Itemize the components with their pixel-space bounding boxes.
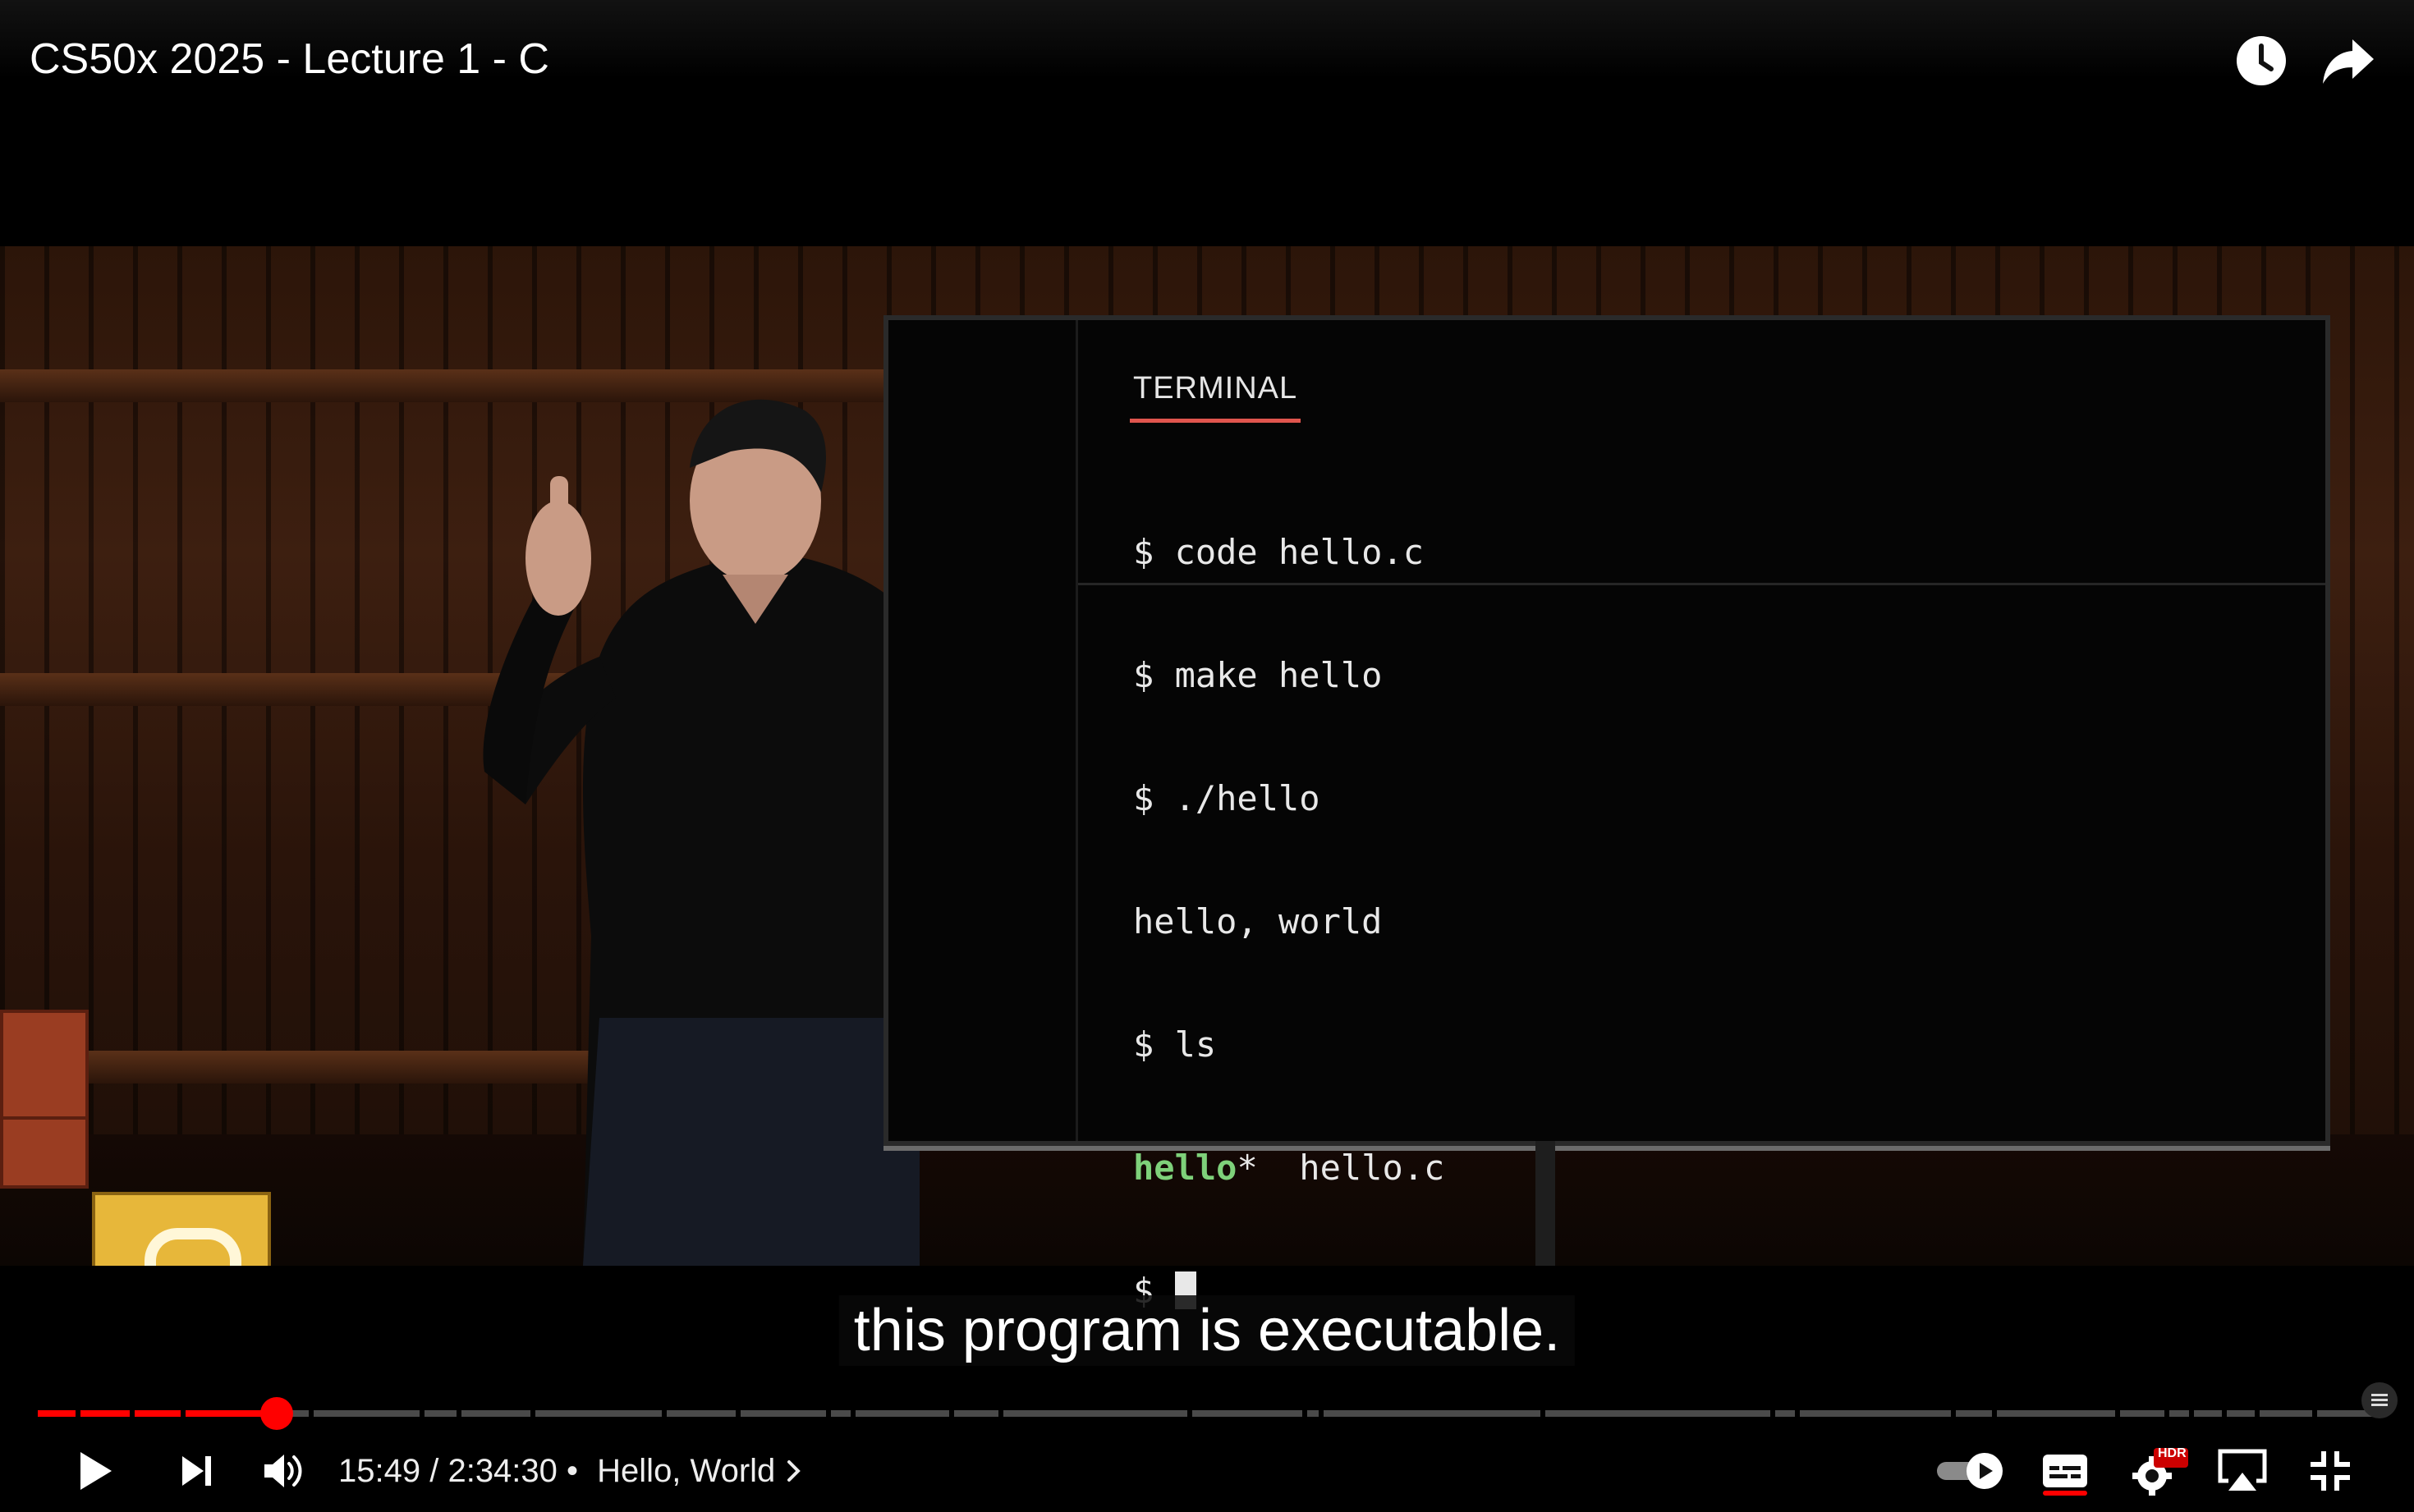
monitor	[883, 315, 2330, 1146]
chapter-segment[interactable]	[1800, 1410, 1951, 1417]
chapter-segment[interactable]	[667, 1410, 736, 1417]
chapter-segment[interactable]	[425, 1410, 457, 1417]
chapter-segment[interactable]	[535, 1410, 662, 1417]
ide-sidebar	[888, 320, 1078, 1141]
chapter-gap	[130, 1410, 135, 1417]
monitor-stand	[1535, 1141, 1555, 1266]
chapter-segment[interactable]	[1775, 1410, 1795, 1417]
volume-icon[interactable]	[261, 1436, 307, 1505]
exit-fullscreen-icon[interactable]	[2307, 1436, 2353, 1505]
chapter-segment[interactable]	[1997, 1410, 2115, 1417]
progress-played	[38, 1410, 277, 1417]
chevron-right-icon	[787, 1460, 801, 1482]
duration: 2:34:30	[447, 1452, 558, 1489]
chapter-bullet: •	[557, 1452, 588, 1489]
chapter-segment[interactable]	[1324, 1410, 1540, 1417]
progress-bar[interactable]	[38, 1397, 2375, 1430]
time-separator: /	[420, 1452, 448, 1489]
terminal-line: $ ls	[1133, 1024, 1217, 1065]
terminal-tab-underline	[1130, 419, 1301, 423]
progress-scrubber[interactable]	[260, 1397, 293, 1430]
share-icon[interactable]	[2317, 30, 2380, 92]
settings-hdr-badge: HDR	[2158, 1446, 2187, 1460]
subtitle-caption: this program is executable.	[838, 1295, 1576, 1366]
brick-block	[0, 1010, 89, 1123]
chapter-segment[interactable]	[1307, 1410, 1319, 1417]
airplay-icon[interactable]	[2214, 1436, 2271, 1505]
chapter-segment[interactable]	[2194, 1410, 2222, 1417]
chapter-segment[interactable]	[1545, 1410, 1770, 1417]
watch-later-icon[interactable]	[2230, 30, 2292, 92]
player-controls: 15:49 / 2:34:30 • Hello, World HDR	[0, 1432, 2414, 1512]
chapter-segment[interactable]	[314, 1410, 420, 1417]
chapter-segment[interactable]	[954, 1410, 998, 1417]
current-time: 15:49	[338, 1452, 421, 1489]
chapter-segment[interactable]	[1192, 1410, 1302, 1417]
terminal-tab-label: TERMINAL	[1133, 371, 1298, 405]
autoplay-toggle[interactable]	[1934, 1436, 2007, 1505]
chapter-segment[interactable]	[2120, 1410, 2164, 1417]
chapter-title-button[interactable]: Hello, World	[597, 1453, 803, 1490]
chapter-gap	[76, 1410, 80, 1417]
video-player[interactable]: CS50x 2025 - Lecture 1 - C TERMINAL $ co…	[0, 0, 2414, 1512]
terminal-line: $ make hello	[1133, 655, 1383, 695]
file-name: hello.c	[1257, 1148, 1445, 1188]
next-icon[interactable]	[176, 1436, 218, 1505]
chapter-segment[interactable]	[2169, 1410, 2189, 1417]
chapter-list-icon[interactable]	[2361, 1382, 2398, 1418]
settings-gear-icon[interactable]: HDR	[2128, 1436, 2191, 1505]
chapter-segment[interactable]	[1003, 1410, 1187, 1417]
time-display: 15:49 / 2:34:30 • Hello, World	[338, 1432, 803, 1510]
executable-name: hello	[1133, 1148, 1237, 1188]
chapter-title: Hello, World	[597, 1452, 776, 1489]
terminal-line: $ ./hello	[1133, 778, 1320, 818]
question-block	[92, 1192, 271, 1266]
executable-marker: *	[1237, 1148, 1258, 1188]
chapter-gap	[181, 1410, 186, 1417]
chapter-segment[interactable]	[461, 1410, 530, 1417]
terminal-line: $ code hello.c	[1133, 532, 1425, 572]
terminal-line: hello* hello.c	[1133, 1148, 1444, 1189]
chapter-segment[interactable]	[2260, 1410, 2312, 1417]
brick-block	[0, 1116, 89, 1189]
chapter-segment[interactable]	[741, 1410, 826, 1417]
subtitles-active-indicator	[2043, 1491, 2087, 1496]
chapter-segment[interactable]	[1956, 1410, 1992, 1417]
terminal-line: hello, world	[1133, 901, 1383, 942]
chapter-segment[interactable]	[856, 1410, 949, 1417]
video-title[interactable]: CS50x 2025 - Lecture 1 - C	[30, 30, 549, 89]
play-icon[interactable]	[69, 1436, 122, 1505]
chapter-segment[interactable]	[831, 1410, 851, 1417]
chapter-segment[interactable]	[2227, 1410, 2255, 1417]
terminal-output: $ code hello.c $ make hello $ ./hello he…	[1133, 450, 1444, 1394]
